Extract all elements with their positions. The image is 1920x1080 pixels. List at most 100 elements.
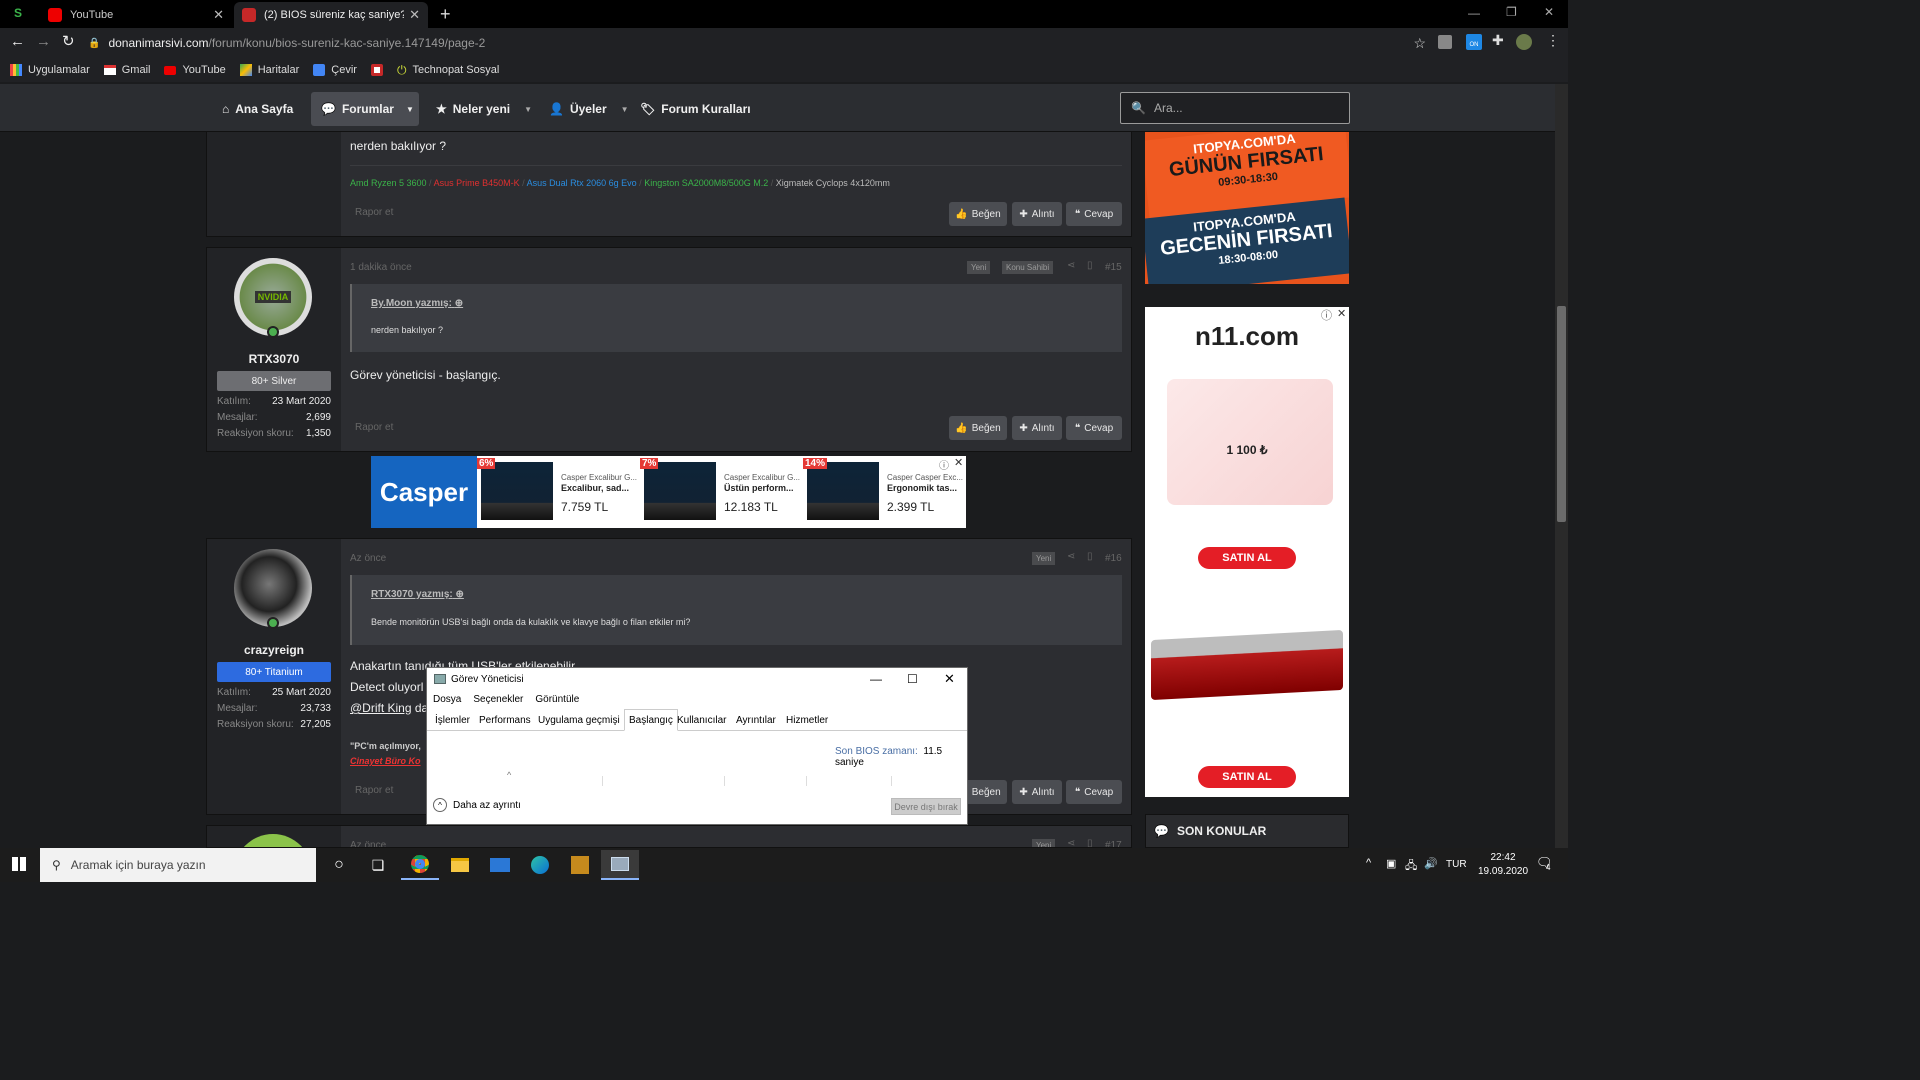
nav-whats-new[interactable]: ★ Neler yeni ▼: [426, 92, 542, 126]
profile-avatar[interactable]: [1516, 34, 1532, 50]
tray-app-icon[interactable]: ▣: [1386, 857, 1396, 870]
share-icon[interactable]: ⋖: [1067, 551, 1075, 562]
report-link[interactable]: Rapor et: [355, 422, 393, 433]
reply-button[interactable]: ❝ Cevap: [1066, 416, 1122, 440]
edge-icon[interactable]: [521, 850, 559, 880]
extension-icon[interactable]: [1438, 35, 1452, 49]
task-manager-taskbar-icon[interactable]: [601, 850, 639, 880]
like-button[interactable]: 👍Beğen: [949, 416, 1007, 440]
bookmark-apps[interactable]: Uygulamalar: [10, 64, 90, 76]
tray-chevron-icon[interactable]: ^: [1366, 857, 1371, 869]
menu-kebab-icon[interactable]: ⋮: [1546, 32, 1560, 49]
nav-home[interactable]: ⌂ Ana Sayfa: [212, 92, 303, 126]
taskbar-search[interactable]: ⚲ Aramak için buraya yazın: [40, 848, 316, 882]
restore-icon[interactable]: ❐: [1506, 5, 1517, 19]
sort-up-icon[interactable]: ^: [507, 770, 511, 780]
close-tab-icon[interactable]: ✕: [213, 7, 224, 23]
post-time[interactable]: Az önce: [350, 840, 386, 847]
avatar[interactable]: [234, 549, 312, 627]
nav-rules[interactable]: 🏷 Forum Kuralları: [630, 92, 761, 126]
report-link[interactable]: Rapor et: [355, 785, 393, 796]
bookmark-icon[interactable]: ▯: [1087, 260, 1093, 271]
bookmark-gmail[interactable]: Gmail: [103, 64, 150, 76]
tab-1[interactable]: Performans: [475, 710, 535, 730]
tab-3[interactable]: Başlangıç: [624, 709, 678, 731]
signature-line-2[interactable]: Cinayet Büro Ko: [350, 756, 421, 766]
minimize-icon[interactable]: —: [1468, 6, 1480, 20]
puzzle-icon[interactable]: ✚: [1492, 32, 1504, 49]
extension-on-icon[interactable]: ON: [1466, 34, 1482, 50]
search-input[interactable]: 🔍 Ara...: [1120, 92, 1350, 124]
post-number[interactable]: #15: [1105, 262, 1122, 273]
chevron-down-icon[interactable]: ▼: [621, 105, 629, 114]
buy-button[interactable]: SATIN AL: [1198, 547, 1296, 569]
forward-icon[interactable]: →: [36, 33, 51, 50]
bookmark-technopat[interactable]: ⏻ Technopat Sosyal: [397, 63, 499, 78]
quote-author[interactable]: By.Moon yazmış: ⊕: [371, 298, 463, 309]
disable-button[interactable]: Devre dışı bırak: [891, 798, 961, 815]
post-number[interactable]: #17: [1105, 840, 1122, 847]
n11-ad[interactable]: ⓘ ✕ n11.com 1 100 ₺ SATIN AL SATIN AL: [1145, 307, 1349, 797]
casper-product[interactable]: 7% Casper Excalibur G... Üstün perform..…: [640, 456, 803, 528]
chevron-down-icon[interactable]: ▼: [406, 105, 414, 114]
bookmark-site[interactable]: [370, 64, 383, 76]
tab-5[interactable]: Ayrıntılar: [732, 710, 780, 730]
fewer-details[interactable]: ^ Daha az ayrıntı: [433, 798, 521, 812]
language-indicator[interactable]: TUR: [1446, 859, 1467, 870]
reply-button[interactable]: ❝ Cevap: [1066, 202, 1122, 226]
bookmark-icon[interactable]: ▯: [1087, 838, 1093, 847]
network-icon[interactable]: 🖧: [1405, 857, 1417, 876]
scrollbar-thumb[interactable]: [1557, 306, 1566, 522]
post-time[interactable]: 1 dakika önce: [350, 262, 412, 273]
reload-icon[interactable]: ↻: [62, 32, 75, 50]
report-link[interactable]: Rapor et: [355, 207, 393, 218]
casper-product[interactable]: 6% Casper Excalibur G... Excalibur, sad.…: [477, 456, 640, 528]
bookmark-youtube[interactable]: YouTube: [164, 64, 226, 76]
share-icon[interactable]: ⋖: [1067, 260, 1075, 271]
quote-button[interactable]: ✚ Alıntı: [1012, 780, 1062, 804]
close-tab-icon[interactable]: ✕: [409, 7, 420, 23]
tab-search-icon[interactable]: S: [14, 6, 22, 20]
ad-info-icon[interactable]: ⓘ: [939, 457, 949, 472]
tab-youtube[interactable]: YouTube ✕: [40, 2, 232, 28]
post-time[interactable]: Az önce: [350, 553, 386, 564]
nav-forums[interactable]: 💬 Forumlar ▼: [311, 92, 419, 126]
tab-4[interactable]: Kullanıcılar: [673, 710, 730, 730]
file-explorer-icon[interactable]: [441, 850, 479, 880]
casper-ad[interactable]: Casper 6% Casper Excalibur G... Excalibu…: [371, 456, 966, 528]
share-icon[interactable]: ⋖: [1067, 838, 1075, 847]
bookmark-icon[interactable]: ▯: [1087, 551, 1093, 562]
bookmark-maps[interactable]: Haritalar: [239, 64, 299, 76]
nav-members[interactable]: 👤 Üyeler ▼: [539, 92, 639, 126]
buy-button[interactable]: SATIN AL: [1198, 766, 1296, 788]
chevron-down-icon[interactable]: ▼: [524, 105, 532, 114]
quote-button[interactable]: ✚ Alıntı: [1012, 202, 1062, 226]
task-view-icon[interactable]: ❏: [359, 850, 397, 880]
itopya-ad[interactable]: ITOPYA.COM'DA GÜNÜN FIRSATI 09:30-18:30 …: [1145, 130, 1349, 284]
quote-button[interactable]: ✚ Alıntı: [1012, 416, 1062, 440]
tab-6[interactable]: Hizmetler: [782, 710, 832, 730]
bookmark-star-icon[interactable]: ☆: [1413, 35, 1426, 52]
username[interactable]: crazyreign: [207, 643, 341, 657]
new-tab-icon[interactable]: +: [440, 4, 451, 25]
mail-icon[interactable]: [481, 850, 519, 880]
like-button[interactable]: 👍Beğen: [949, 202, 1007, 226]
tab-0[interactable]: İşlemler: [431, 710, 474, 730]
clock[interactable]: 22:42 19.09.2020: [1478, 851, 1528, 879]
page-scrollbar[interactable]: [1555, 84, 1568, 848]
task-manager-window[interactable]: Görev Yöneticisi — ☐ ✕ Dosya Seçenekler …: [426, 667, 968, 825]
address-bar[interactable]: 🔒 donanimarsivi.com /forum/konu/bios-sur…: [88, 32, 1426, 54]
ad-close-icon[interactable]: ✕: [954, 456, 963, 469]
tab-donanimarsivi[interactable]: (2) BIOS süreniz kaç saniye? | Say ✕: [234, 2, 428, 28]
tab-2[interactable]: Uygulama geçmişi: [534, 710, 624, 730]
back-icon[interactable]: ←: [10, 33, 25, 50]
post-number[interactable]: #16: [1105, 553, 1122, 564]
avatar[interactable]: NVIDIA: [234, 258, 312, 336]
bookmark-translate[interactable]: Çevir: [313, 64, 357, 76]
volume-icon[interactable]: 🔊: [1424, 857, 1438, 870]
cortana-icon[interactable]: ○: [320, 850, 358, 880]
chrome-icon[interactable]: [401, 850, 439, 880]
ad-close-icon[interactable]: ✕: [1337, 307, 1346, 320]
avatar[interactable]: [234, 834, 312, 847]
start-windows-icon[interactable]: [12, 857, 26, 871]
